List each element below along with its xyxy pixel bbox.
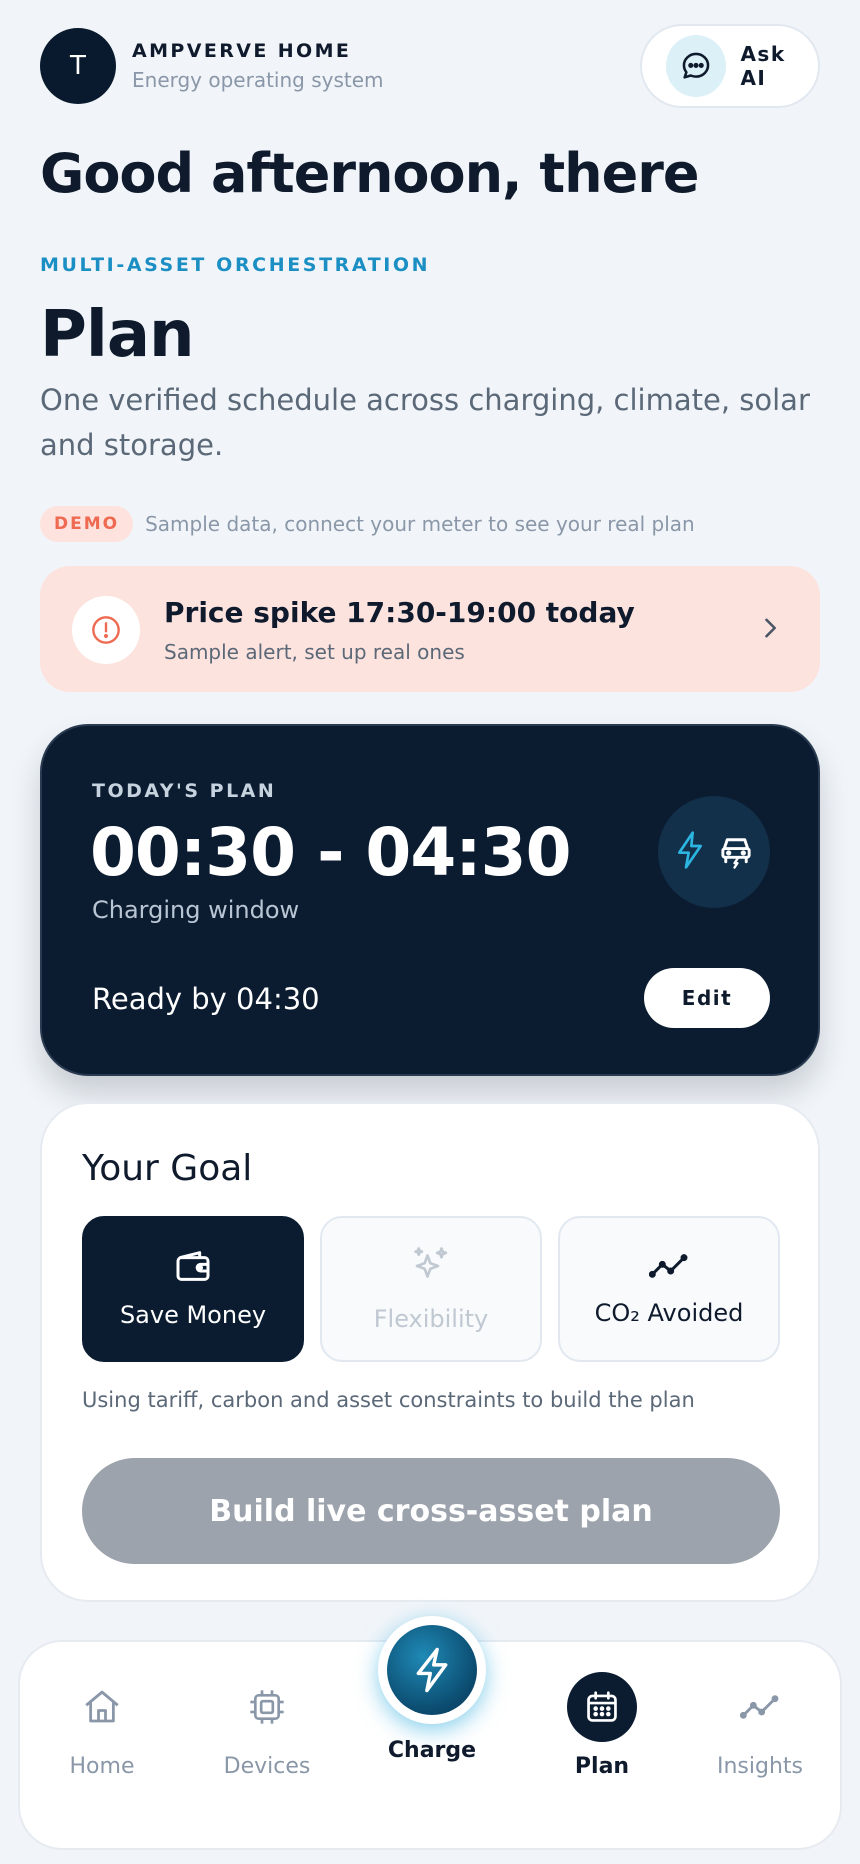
lightning-icon (674, 830, 706, 874)
trend-icon (648, 1251, 689, 1285)
goal-options: Save Money Flexibility CO₂ Avoided (82, 1216, 780, 1362)
calendar-icon (567, 1672, 637, 1742)
avatar[interactable]: T (40, 28, 116, 104)
demo-text: Sample data, connect your meter to see y… (145, 512, 695, 536)
nav-charge-button[interactable] (378, 1616, 486, 1724)
nav-plan[interactable]: Plan (532, 1672, 672, 1779)
goal-option-label: Save Money (119, 1301, 267, 1329)
nav-devices[interactable]: Devices (197, 1672, 337, 1779)
plan-window-label: Charging window (92, 896, 300, 924)
charge-lightning-icon (387, 1625, 477, 1715)
insights-trend-icon (725, 1672, 795, 1742)
chip-icon (232, 1672, 302, 1742)
chevron-right-icon (756, 614, 784, 646)
section-eyebrow: MULTI-ASSET ORCHESTRATION (40, 254, 431, 276)
home-icon (67, 1672, 137, 1742)
ask-ai-label: Ask AI (740, 42, 786, 90)
greeting: Good afternoon, there (40, 142, 700, 205)
chat-bubble-icon (666, 35, 727, 97)
demo-badge: DEMO (40, 506, 134, 542)
brand: AMPVERVE HOME Energy operating system (132, 40, 384, 92)
edit-plan-button[interactable]: Edit (644, 968, 770, 1028)
alert-subtitle: Sample alert, set up real ones (164, 640, 465, 664)
nav-label: Devices (223, 1754, 311, 1779)
wallet-icon (173, 1249, 213, 1287)
build-plan-button[interactable]: Build live cross-asset plan (82, 1458, 780, 1564)
nav-label: Plan (574, 1754, 630, 1779)
goal-card: Your Goal Save Money Flexibility CO₂ Avo… (40, 1102, 820, 1602)
todays-plan-card: TODAY'S PLAN 00:30 - 04:30 Charging wind… (40, 724, 820, 1076)
nav-insights[interactable]: Insights (690, 1672, 830, 1779)
nav-label: Home (69, 1754, 135, 1779)
goal-option-save-money[interactable]: Save Money (82, 1216, 304, 1362)
plan-time-window: 00:30 - 04:30 (90, 814, 572, 891)
brand-subtitle: Energy operating system (132, 68, 384, 92)
ev-car-icon (718, 831, 754, 873)
goal-title: Your Goal (82, 1148, 253, 1189)
demo-notice: DEMO Sample data, connect your meter to … (40, 506, 695, 542)
price-spike-alert[interactable]: Price spike 17:30-19:00 today Sample ale… (40, 566, 820, 692)
app-header: T AMPVERVE HOME Energy operating system … (40, 24, 820, 108)
sparkles-icon (410, 1245, 452, 1291)
page-title: Plan (40, 298, 195, 372)
alert-circle-icon (72, 596, 140, 664)
page-description: One verified schedule across charging, c… (40, 383, 810, 462)
goal-note: Using tariff, carbon and asset constrain… (82, 1388, 695, 1412)
brand-name: AMPVERVE HOME (132, 40, 352, 62)
alert-title: Price spike 17:30-19:00 today (164, 596, 635, 629)
nav-label: Insights (716, 1754, 803, 1779)
goal-option-label: Flexibility (373, 1305, 489, 1333)
bottom-nav: Home Devices Charge Plan Insights (18, 1616, 842, 1850)
ask-ai-button[interactable]: Ask AI (640, 24, 820, 108)
plan-eyebrow: TODAY'S PLAN (92, 780, 277, 802)
plan-device-badge (658, 796, 770, 908)
goal-option-flexibility[interactable]: Flexibility (320, 1216, 542, 1362)
goal-option-label: CO₂ Avoided (594, 1299, 744, 1327)
nav-charge-label[interactable]: Charge (378, 1738, 486, 1763)
nav-home[interactable]: Home (32, 1672, 172, 1779)
plan-ready-text: Ready by 04:30 (92, 982, 320, 1016)
goal-option-co2-avoided[interactable]: CO₂ Avoided (558, 1216, 780, 1362)
